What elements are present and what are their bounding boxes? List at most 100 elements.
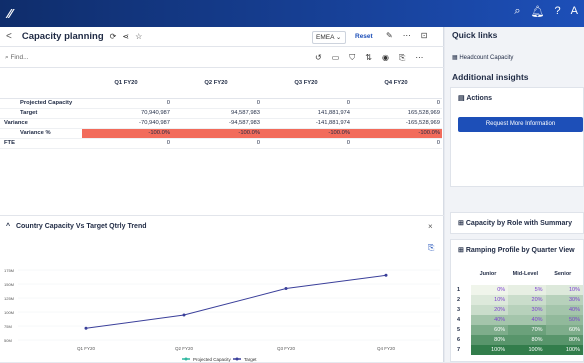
column-header: Senior [545, 263, 583, 285]
cell[interactable]: -94,587,983 [172, 118, 262, 129]
table-row: 2 10% 20% 30% [451, 295, 583, 305]
share-icon[interactable]: ⋖ [122, 32, 129, 41]
row-index: 7 [451, 345, 471, 355]
table-row: FTE 0 0 0 0 [0, 138, 442, 149]
sort-icon[interactable]: ⇅ [365, 53, 372, 63]
cell[interactable]: 0 [172, 138, 262, 149]
export-icon[interactable]: ⎘ [399, 53, 405, 63]
back-icon[interactable]: < [6, 31, 12, 42]
x-tick-label: Q3 FY20 [277, 346, 296, 351]
row-label: Variance [0, 118, 82, 129]
cell: 20% [508, 295, 546, 305]
cell[interactable]: 94,587,983 [172, 108, 262, 119]
search-icon[interactable]: ⌕ [514, 5, 520, 18]
cell: 5% [508, 285, 546, 295]
cell[interactable]: 70,940,987 [82, 108, 172, 119]
actions-card: ▤ Actions Request More Information [450, 87, 584, 187]
ramping-table: Junior Mid-Level Senior 1 0% 5% 10% 2 10% 20% 3… [451, 263, 583, 355]
cell: 30% [508, 305, 546, 315]
cell[interactable]: -100.0% [262, 128, 352, 139]
column-header[interactable]: Q4 FY20 [352, 69, 442, 99]
cell: 0% [470, 285, 509, 295]
bell-icon[interactable]: 🔔︎ [531, 5, 545, 18]
cell[interactable]: 165,528,969 [352, 108, 442, 119]
table-row: 7 100% 100% 100% [451, 345, 583, 355]
request-more-info-button[interactable]: Request More Information [458, 117, 583, 132]
cell: 60% [545, 325, 583, 335]
user-avatar[interactable]: A [571, 5, 578, 18]
capacity-grid: Q1 FY20 Q2 FY20 Q3 FY20 Q4 FY20 Projecte… [0, 69, 442, 149]
cell[interactable]: -141,881,974 [262, 118, 352, 129]
legend-label[interactable]: Target [244, 357, 257, 362]
trend-chart: 50M 75M 100M 125M 150M 175M Q1 FY20 Q2 FY20 Q3 F… [4, 268, 440, 362]
grid-header-row: Q1 FY20 Q2 FY20 Q3 FY20 Q4 FY20 [0, 69, 442, 99]
cell[interactable]: 0 [262, 98, 352, 109]
capacity-role-card[interactable]: ⊞ Capacity by Role with Summary [450, 212, 584, 234]
cell[interactable]: 0 [352, 98, 442, 109]
find-input[interactable]: ⌕ Find... [5, 54, 29, 62]
cell: 20% [470, 305, 509, 315]
cell[interactable]: 0 [262, 138, 352, 149]
view-icon[interactable]: ◉ [382, 53, 389, 63]
cell[interactable]: 0 [172, 98, 262, 109]
page-title: Capacity planning [21, 31, 104, 42]
more-icon[interactable]: ⋯ [403, 31, 411, 40]
headcount-capacity-link[interactable]: ▦ Headcount Capacity [452, 54, 513, 61]
cell: 100% [545, 345, 583, 355]
panel-toggle-icon[interactable]: ⊡ [421, 31, 428, 40]
row-index: 2 [451, 295, 471, 305]
row-index: 1 [451, 285, 471, 295]
cell[interactable]: 0 [82, 98, 172, 109]
column-header[interactable]: Q1 FY20 [82, 69, 172, 99]
comment-icon[interactable]: ▭ [332, 53, 340, 63]
cell: 80% [545, 335, 583, 345]
data-point[interactable] [284, 287, 288, 291]
cell: 10% [470, 295, 509, 305]
star-icon[interactable]: ☆ [135, 32, 142, 41]
more-icon[interactable]: ⋯ [415, 53, 423, 63]
data-point[interactable] [384, 273, 388, 277]
row-label: Projected Capacity [0, 98, 82, 109]
history-icon[interactable]: ↺ [315, 53, 322, 63]
cell[interactable]: -165,528,969 [352, 118, 442, 129]
table-row: Variance -70,940,987 -94,587,983 -141,88… [0, 118, 442, 129]
cell[interactable]: 0 [82, 138, 172, 149]
cell[interactable]: 141,881,974 [262, 108, 352, 119]
column-header[interactable]: Q3 FY20 [262, 69, 352, 99]
edit-icon[interactable]: ✎ [386, 31, 393, 40]
cell: 100% [508, 345, 546, 355]
y-tick-label: 175M [4, 268, 14, 273]
series-line-target [85, 274, 387, 329]
reset-button[interactable]: Reset [355, 33, 373, 40]
row-index: 3 [451, 305, 471, 315]
column-header[interactable]: Q2 FY20 [172, 69, 262, 99]
row-label: FTE [0, 138, 82, 149]
export-icon[interactable]: ⎘ [428, 243, 434, 253]
page-header: < Capacity planning ⟳ ⋖ ☆ [0, 27, 444, 47]
grid-toolbar: ⌕ Find... ↺ ▭ ⛉ ⇅ ◉ ⎘ ⋯ [0, 48, 444, 68]
region-select[interactable]: EMEA ⌄ [312, 31, 346, 44]
main-panel: < Capacity planning ⟳ ⋖ ☆ EMEA ⌄ Reset ✎… [0, 27, 444, 362]
sync-icon[interactable]: ⟳ [110, 32, 117, 41]
app-logo[interactable]: ⁄⁄ [8, 6, 12, 21]
column-header: Junior [470, 263, 509, 285]
data-point[interactable] [84, 326, 88, 330]
data-point[interactable] [182, 313, 186, 317]
table-row: 3 20% 30% 40% [451, 305, 583, 315]
cell[interactable]: -100.0% [172, 128, 262, 139]
cell[interactable]: -70,940,987 [82, 118, 172, 129]
cell[interactable]: -100.0% [352, 128, 442, 139]
table-icon: ⊞ [458, 220, 466, 227]
legend-label[interactable]: Projected Capacity [193, 357, 232, 362]
help-icon[interactable]: ? [555, 5, 561, 18]
ramping-title: ⊞ Ramping Profile by Quarter View [458, 247, 575, 254]
chevron-up-icon[interactable]: ^ [6, 223, 12, 230]
filter-icon[interactable]: ⛉ [349, 53, 355, 63]
table-row: 4 40% 40% 50% [451, 315, 583, 325]
row-index: 5 [451, 325, 471, 335]
x-tick-label: Q4 FY20 [377, 346, 396, 351]
cell[interactable]: -100.0% [82, 128, 172, 139]
chart-title[interactable]: ^ Country Capacity Vs Target Qtrly Trend [6, 223, 147, 230]
cell[interactable]: 0 [352, 138, 442, 149]
close-icon[interactable]: × [428, 222, 433, 231]
